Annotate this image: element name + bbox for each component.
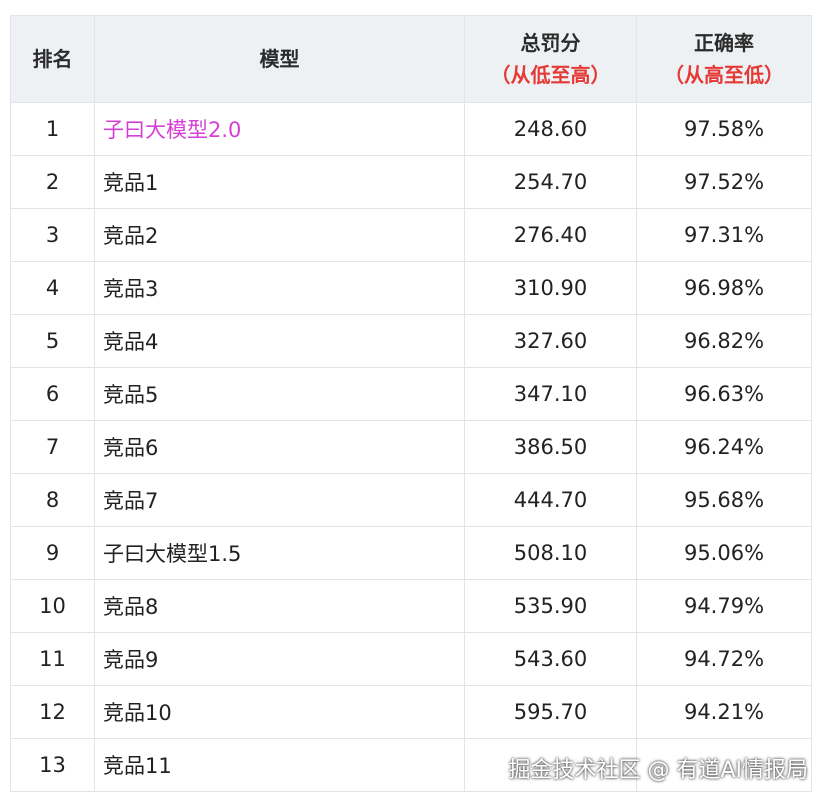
- table-row: 10 竞品8 535.90 94.79%: [10, 579, 812, 633]
- cell-penalty: 248.60: [464, 102, 637, 156]
- cell-accuracy: 96.24%: [636, 420, 812, 474]
- cell-model: 竞品4: [94, 314, 465, 368]
- cell-penalty: 310.90: [464, 261, 637, 315]
- cell-model: 竞品10: [94, 685, 465, 739]
- cell-rank: 10: [10, 579, 95, 633]
- cell-rank: 4: [10, 261, 95, 315]
- cell-rank: 6: [10, 367, 95, 421]
- table-row: 2 竞品1 254.70 97.52%: [10, 155, 812, 209]
- watermark: 掘金技术社区 @ 有道AI情报局: [508, 758, 808, 783]
- table-row: 11 竞品9 543.60 94.72%: [10, 632, 812, 686]
- cell-rank: 3: [10, 208, 95, 262]
- table-row: 9 子曰大模型1.5 508.10 95.06%: [10, 526, 812, 580]
- cell-model: 竞品7: [94, 473, 465, 527]
- table-row: 6 竞品5 347.10 96.63%: [10, 367, 812, 421]
- cell-rank: 1: [10, 102, 95, 156]
- cell-accuracy: 96.98%: [636, 261, 812, 315]
- cell-rank: 12: [10, 685, 95, 739]
- cell-accuracy: 97.58%: [636, 102, 812, 156]
- table-row: 8 竞品7 444.70 95.68%: [10, 473, 812, 527]
- header-penalty: 总罚分 （从低至高）: [464, 15, 637, 103]
- cell-rank: 9: [10, 526, 95, 580]
- table-row: 7 竞品6 386.50 96.24%: [10, 420, 812, 474]
- cell-model: 子曰大模型2.0: [94, 102, 465, 156]
- cell-model: 竞品1: [94, 155, 465, 209]
- cell-rank: 2: [10, 155, 95, 209]
- cell-model: 竞品6: [94, 420, 465, 474]
- ranking-table: 排名 模型 总罚分 （从低至高） 正确率 （从高至低） 1 子曰大模型2.0 2…: [10, 15, 812, 792]
- header-accuracy: 正确率 （从高至低）: [636, 15, 812, 103]
- header-model: 模型: [94, 15, 465, 103]
- cell-penalty: 595.70: [464, 685, 637, 739]
- cell-rank: 13: [10, 738, 95, 792]
- table-header: 排名 模型 总罚分 （从低至高） 正确率 （从高至低）: [10, 15, 812, 103]
- cell-penalty: 254.70: [464, 155, 637, 209]
- ranking-table-container: 排名 模型 总罚分 （从低至高） 正确率 （从高至低） 1 子曰大模型2.0 2…: [10, 15, 812, 792]
- cell-penalty: 347.10: [464, 367, 637, 421]
- cell-penalty: 535.90: [464, 579, 637, 633]
- cell-accuracy: 95.06%: [636, 526, 812, 580]
- cell-accuracy: 94.72%: [636, 632, 812, 686]
- cell-model: 竞品2: [94, 208, 465, 262]
- cell-accuracy: 97.31%: [636, 208, 812, 262]
- cell-model: 竞品9: [94, 632, 465, 686]
- table-row: 4 竞品3 310.90 96.98%: [10, 261, 812, 315]
- cell-model: 竞品5: [94, 367, 465, 421]
- header-row: 排名 模型 总罚分 （从低至高） 正确率 （从高至低）: [10, 15, 812, 103]
- cell-penalty: 444.70: [464, 473, 637, 527]
- cell-rank: 7: [10, 420, 95, 474]
- header-penalty-sub: （从低至高）: [490, 63, 611, 87]
- header-rank: 排名: [10, 15, 95, 103]
- cell-accuracy: 94.79%: [636, 579, 812, 633]
- cell-penalty: 327.60: [464, 314, 637, 368]
- cell-rank: 11: [10, 632, 95, 686]
- header-penalty-title: 总罚分: [520, 31, 581, 55]
- cell-model: 竞品11: [94, 738, 465, 792]
- cell-accuracy: 96.82%: [636, 314, 812, 368]
- table-row: 1 子曰大模型2.0 248.60 97.58%: [10, 102, 812, 156]
- table-row: 5 竞品4 327.60 96.82%: [10, 314, 812, 368]
- table-body: 1 子曰大模型2.0 248.60 97.58% 2 竞品1 254.70 97…: [10, 102, 812, 792]
- cell-accuracy: 95.68%: [636, 473, 812, 527]
- cell-model: 子曰大模型1.5: [94, 526, 465, 580]
- cell-penalty: 386.50: [464, 420, 637, 474]
- cell-accuracy: 94.21%: [636, 685, 812, 739]
- cell-accuracy: 96.63%: [636, 367, 812, 421]
- cell-penalty: 508.10: [464, 526, 637, 580]
- cell-model: 竞品8: [94, 579, 465, 633]
- cell-model: 竞品3: [94, 261, 465, 315]
- header-accuracy-sub: （从高至低）: [664, 63, 784, 87]
- table-row: 3 竞品2 276.40 97.31%: [10, 208, 812, 262]
- cell-penalty: 276.40: [464, 208, 637, 262]
- cell-rank: 5: [10, 314, 95, 368]
- header-accuracy-title: 正确率: [694, 31, 754, 55]
- table-row: 12 竞品10 595.70 94.21%: [10, 685, 812, 739]
- cell-penalty: 543.60: [464, 632, 637, 686]
- cell-accuracy: 97.52%: [636, 155, 812, 209]
- cell-rank: 8: [10, 473, 95, 527]
